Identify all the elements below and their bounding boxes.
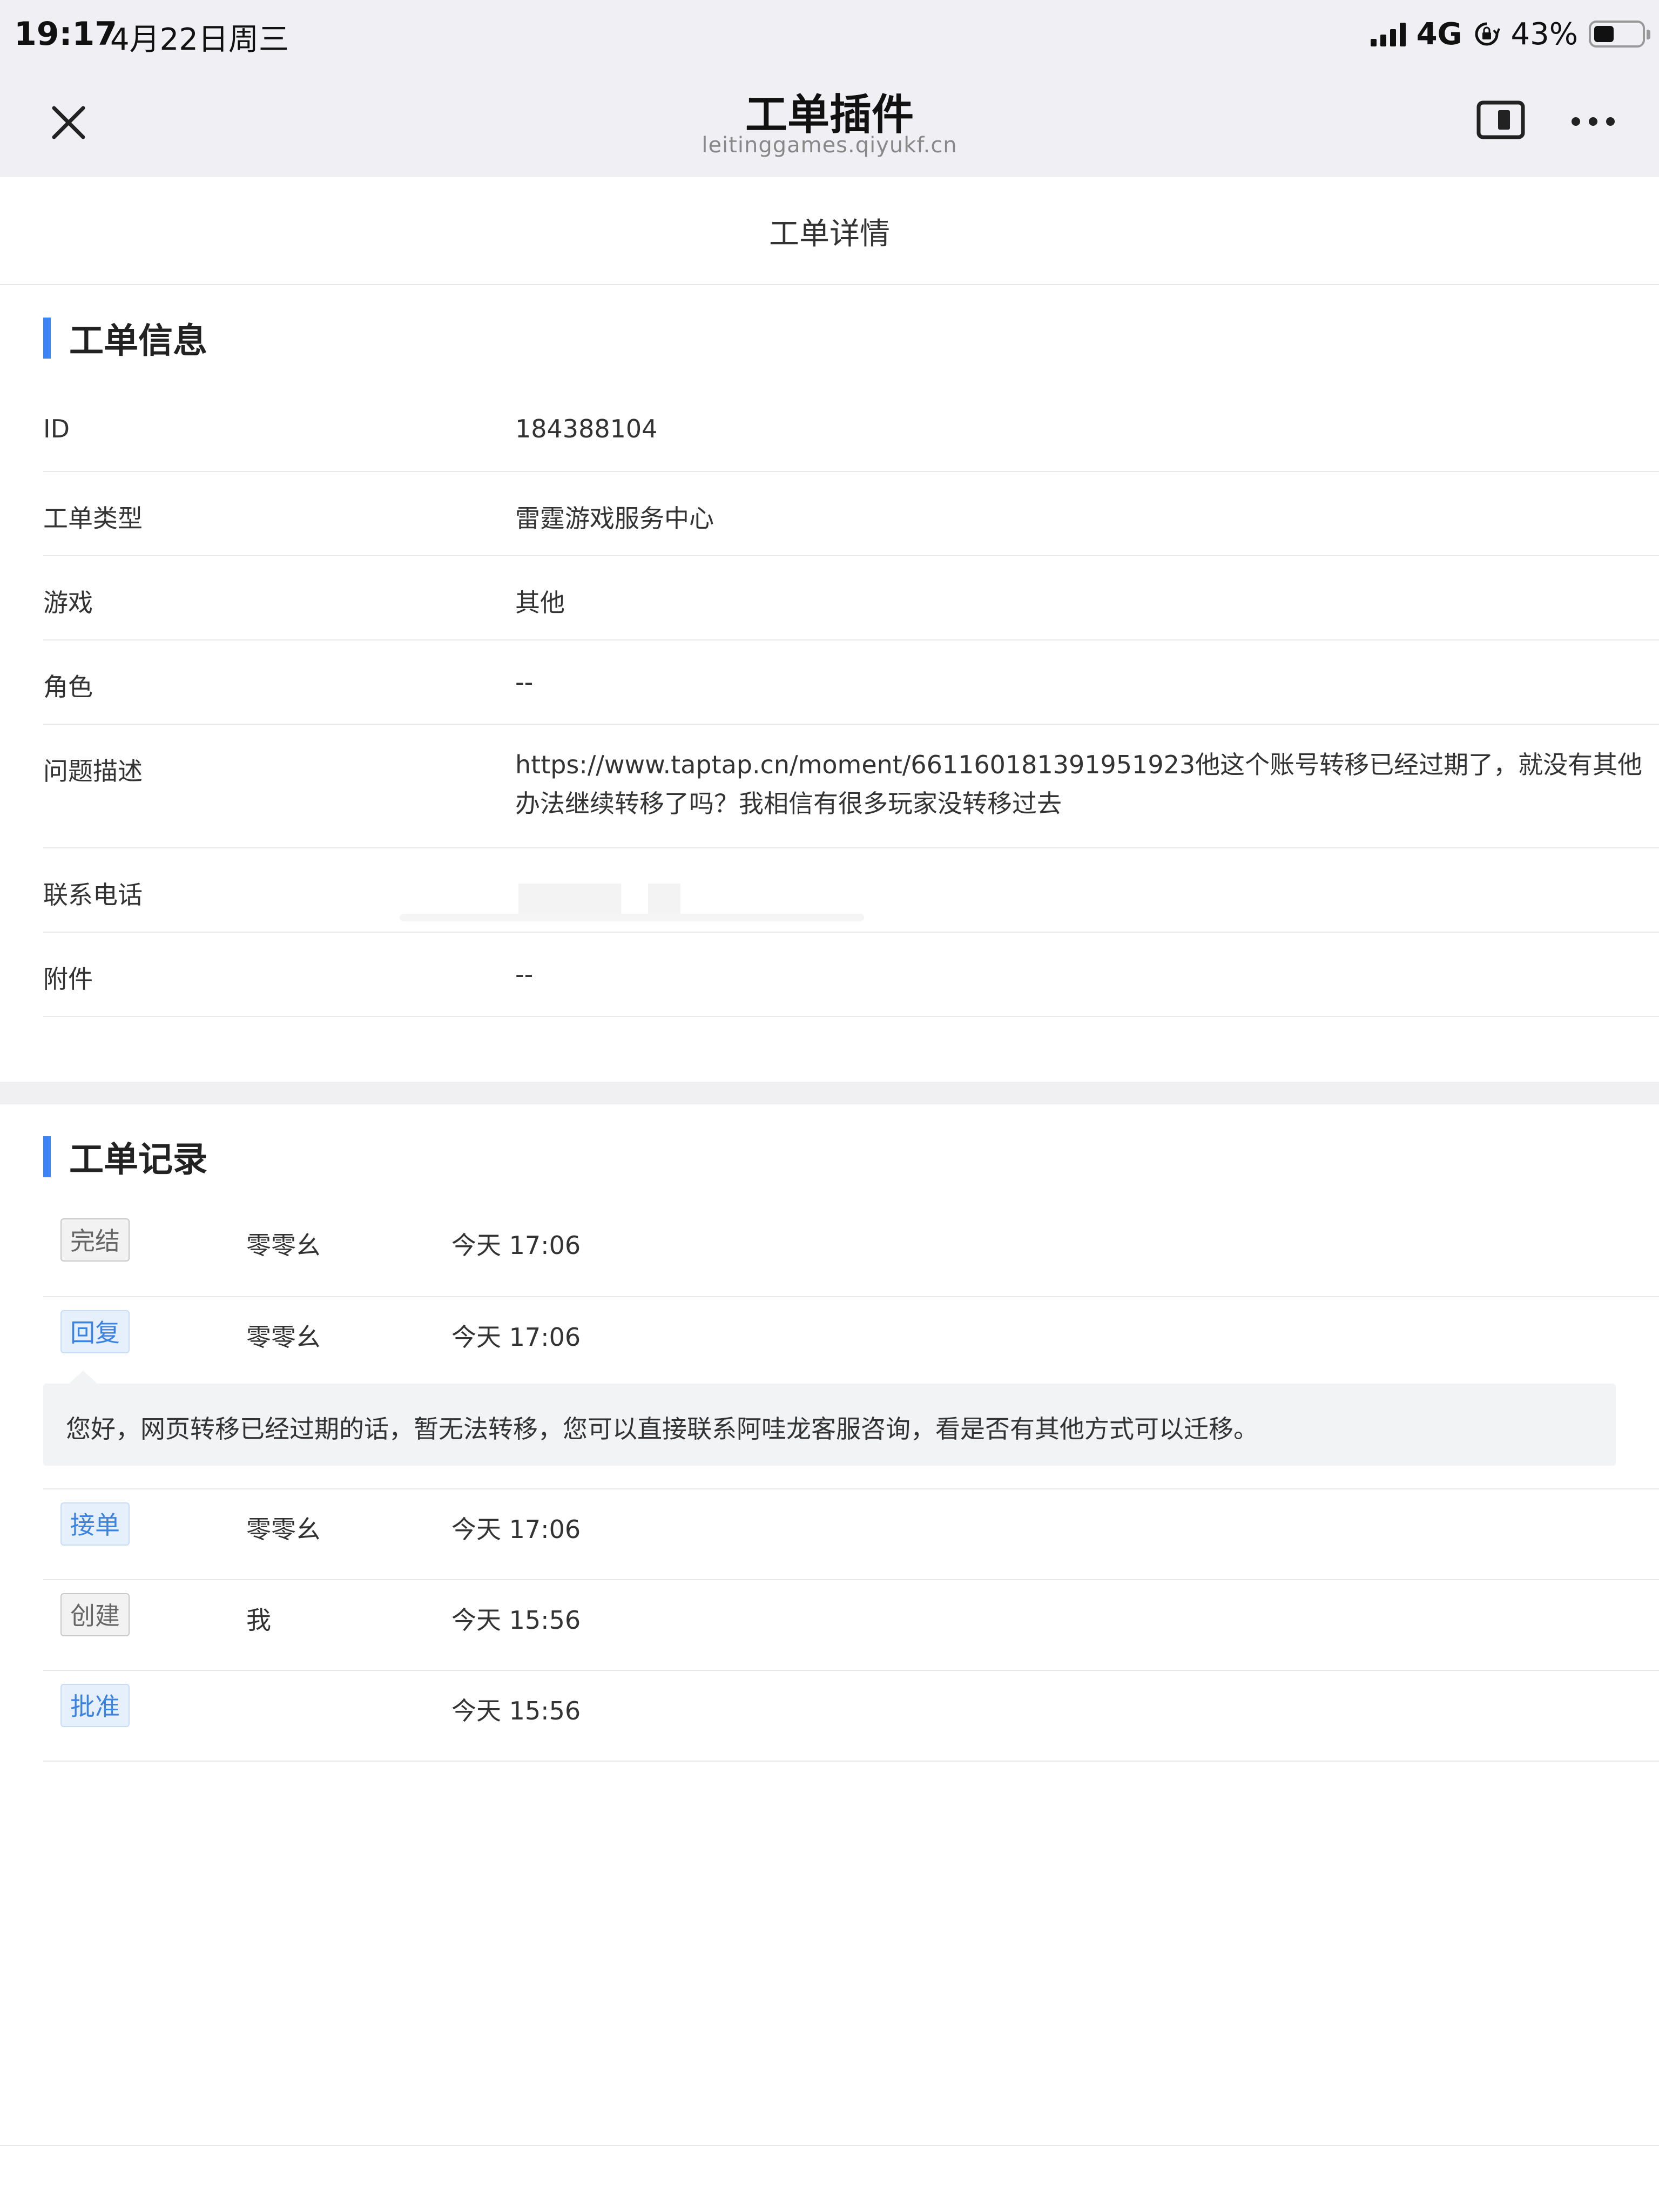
info-value: 其他	[515, 588, 565, 617]
status-bar: 19:17 4月22日周三 4G 43%	[0, 0, 1659, 70]
info-row-role: 角色 --	[43, 640, 1659, 725]
rotation-lock-icon	[1475, 22, 1500, 46]
redacted-phone-number	[400, 881, 864, 925]
info-label: 角色	[43, 672, 93, 702]
signal-icon	[1370, 22, 1406, 46]
info-row-game: 游戏 其他	[43, 556, 1659, 640]
info-value: 雷霆游戏服务中心	[515, 504, 714, 533]
info-value[interactable]: 184388104	[515, 414, 1655, 443]
info-label: 游戏	[43, 588, 93, 617]
record-status-tag: 批准	[60, 1684, 130, 1727]
info-value: --	[515, 667, 534, 697]
reply-message: 您好，网页转移已经过期的话，暂无法转移，您可以直接联系阿哇龙客服咨询，看是否有其…	[43, 1371, 1616, 1466]
record-operator: 零零幺	[246, 1323, 321, 1352]
window-icon[interactable]	[1476, 100, 1525, 139]
info-label: 问题描述	[43, 757, 143, 786]
info-row-id: ID 184388104	[43, 387, 1659, 472]
section-accent-bar	[43, 318, 51, 359]
record-operator: 零零幺	[246, 1515, 321, 1544]
info-label: 工单类型	[43, 504, 143, 533]
record-row: 接单 零零幺 今天 17:06	[43, 1489, 1659, 1580]
section-title-info: 工单信息	[43, 318, 207, 361]
record-status-tag: 接单	[60, 1502, 130, 1546]
record-status-tag: 完结	[60, 1218, 130, 1262]
status-indicators: 4G 43%	[1370, 15, 1650, 53]
record-time: 今天 17:06	[451, 1231, 581, 1260]
info-label: 联系电话	[43, 880, 143, 909]
description-value[interactable]: https://www.taptap.cn/moment/66116018139…	[515, 745, 1655, 823]
section-title-records: 工单记录	[43, 1136, 207, 1180]
status-date: 4月22日周三	[110, 22, 289, 57]
bubble-arrow	[69, 1371, 97, 1384]
record-time: 今天 17:06	[451, 1515, 581, 1544]
record-status-tag: 创建	[60, 1593, 130, 1636]
network-type: 4G	[1416, 16, 1462, 52]
record-operator: 我	[246, 1606, 271, 1635]
record-time: 今天 17:06	[451, 1323, 581, 1352]
reply-text[interactable]: 您好，网页转移已经过期的话，暂无法转移，您可以直接联系阿哇龙客服咨询，看是否有其…	[66, 1410, 1258, 1445]
record-time: 今天 15:56	[451, 1606, 581, 1635]
record-row: 创建 我 今天 15:56	[43, 1580, 1659, 1671]
info-value: --	[515, 960, 534, 989]
section-accent-bar	[43, 1136, 51, 1177]
section-divider	[0, 1082, 1659, 1104]
info-label: 附件	[43, 965, 93, 994]
record-operator: 零零幺	[246, 1231, 321, 1260]
page-title: 工单详情	[769, 217, 890, 252]
status-time: 19:17	[14, 15, 117, 53]
battery-percentage: 43%	[1510, 16, 1578, 52]
more-icon[interactable]	[1566, 108, 1620, 135]
record-row: 批准 今天 15:56	[43, 1671, 1659, 1762]
page-header: 工单详情	[0, 177, 1659, 285]
record-time: 今天 15:56	[451, 1696, 581, 1725]
info-row-description: 问题描述 https://www.taptap.cn/moment/661160…	[43, 725, 1659, 848]
top-bar: 19:17 4月22日周三 4G 43% 工单插件 leitinggames.q…	[0, 0, 1659, 177]
battery-icon	[1589, 21, 1650, 48]
info-row-attachment: 附件 --	[43, 933, 1659, 1017]
nav-url: leitinggames.qiyukf.cn	[702, 133, 957, 158]
info-row-type: 工单类型 雷霆游戏服务中心	[43, 472, 1659, 556]
bottom-divider	[0, 2145, 1659, 2146]
info-label: ID	[43, 414, 70, 443]
record-row: 完结 零零幺 今天 17:06	[43, 1205, 1659, 1297]
record-status-tag: 回复	[60, 1310, 130, 1353]
